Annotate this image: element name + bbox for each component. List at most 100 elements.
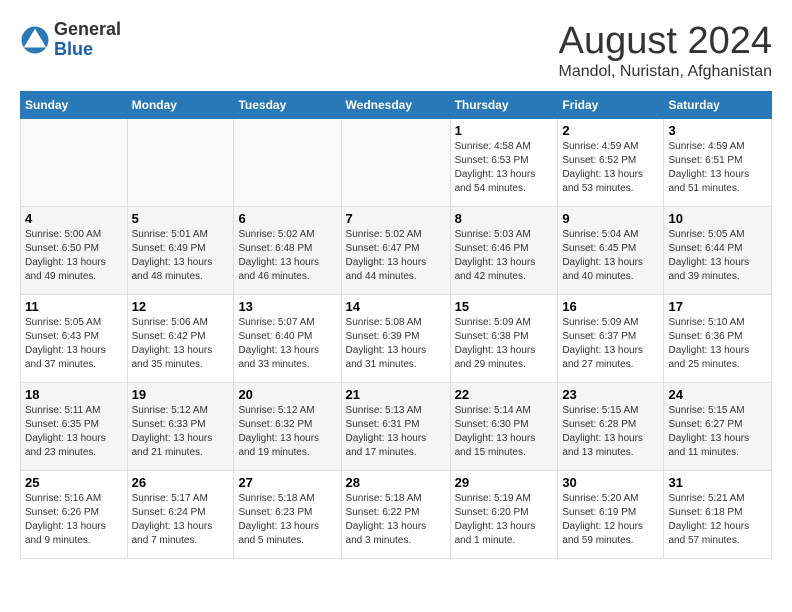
calendar-cell: 9 Sunrise: 5:04 AM Sunset: 6:45 PM Daylig… bbox=[558, 207, 664, 295]
cell-content: Sunrise: 5:00 AM Sunset: 6:50 PM Dayligh… bbox=[25, 228, 123, 284]
day-number: 11 bbox=[25, 299, 123, 314]
day-number: 26 bbox=[132, 475, 230, 490]
calendar-cell: 11Sunrise: 5:05 AM Sunset: 6:43 PM Dayli… bbox=[21, 295, 128, 383]
cell-content: Sunrise: 5:16 AM Sunset: 6:26 PM Dayligh… bbox=[25, 492, 123, 548]
calendar-cell: 4 Sunrise: 5:00 AM Sunset: 6:50 PM Daylig… bbox=[21, 207, 128, 295]
calendar-day-header: Friday bbox=[558, 92, 664, 119]
cell-content: Sunrise: 5:03 AM Sunset: 6:46 PM Dayligh… bbox=[455, 228, 554, 284]
cell-content: Sunrise: 5:18 AM Sunset: 6:23 PM Dayligh… bbox=[238, 492, 336, 548]
calendar-week-row: 1Sunrise: 4:58 AM Sunset: 6:53 PM Daylig… bbox=[21, 119, 772, 207]
day-number: 17 bbox=[668, 299, 767, 314]
calendar-cell: 29 Sunrise: 5:19 AM Sunset: 6:20 PM Dayli… bbox=[450, 471, 558, 559]
cell-content: Sunrise: 5:21 AM Sunset: 6:18 PM Dayligh… bbox=[668, 492, 767, 548]
calendar-cell: 18 Sunrise: 5:11 AM Sunset: 6:35 PM Dayli… bbox=[21, 383, 128, 471]
month-title: August 2024 bbox=[559, 20, 772, 63]
calendar-cell: 21Sunrise: 5:13 AM Sunset: 6:31 PM Dayli… bbox=[341, 383, 450, 471]
day-number: 13 bbox=[238, 299, 336, 314]
cell-content: Sunrise: 5:07 AM Sunset: 6:40 PM Dayligh… bbox=[238, 316, 336, 372]
logo-blue: Blue bbox=[54, 39, 93, 59]
calendar-cell: 2Sunrise: 4:59 AM Sunset: 6:52 PM Daylig… bbox=[558, 119, 664, 207]
calendar-day-header: Monday bbox=[127, 92, 234, 119]
cell-content: Sunrise: 5:12 AM Sunset: 6:32 PM Dayligh… bbox=[238, 404, 336, 460]
calendar-day-header: Sunday bbox=[21, 92, 128, 119]
calendar-cell: 26 Sunrise: 5:17 AM Sunset: 6:24 PM Dayli… bbox=[127, 471, 234, 559]
calendar-cell: 5 Sunrise: 5:01 AM Sunset: 6:49 PM Daylig… bbox=[127, 207, 234, 295]
calendar-day-header: Tuesday bbox=[234, 92, 341, 119]
calendar-cell: 10Sunrise: 5:05 AM Sunset: 6:44 PM Dayli… bbox=[664, 207, 772, 295]
day-number: 6 bbox=[238, 211, 336, 226]
calendar-week-row: 11Sunrise: 5:05 AM Sunset: 6:43 PM Dayli… bbox=[21, 295, 772, 383]
calendar-cell: 14 Sunrise: 5:08 AM Sunset: 6:39 PM Dayli… bbox=[341, 295, 450, 383]
day-number: 18 bbox=[25, 387, 123, 402]
calendar-cell: 12 Sunrise: 5:06 AM Sunset: 6:42 PM Dayli… bbox=[127, 295, 234, 383]
day-number: 16 bbox=[562, 299, 659, 314]
cell-content: Sunrise: 5:12 AM Sunset: 6:33 PM Dayligh… bbox=[132, 404, 230, 460]
calendar-cell: 23Sunrise: 5:15 AM Sunset: 6:28 PM Dayli… bbox=[558, 383, 664, 471]
day-number: 20 bbox=[238, 387, 336, 402]
calendar-week-row: 25 Sunrise: 5:16 AM Sunset: 6:26 PM Dayli… bbox=[21, 471, 772, 559]
day-number: 22 bbox=[455, 387, 554, 402]
calendar-day-header: Wednesday bbox=[341, 92, 450, 119]
cell-content: Sunrise: 5:01 AM Sunset: 6:49 PM Dayligh… bbox=[132, 228, 230, 284]
day-number: 28 bbox=[346, 475, 446, 490]
day-number: 7 bbox=[346, 211, 446, 226]
cell-content: Sunrise: 4:59 AM Sunset: 6:52 PM Dayligh… bbox=[562, 140, 659, 196]
cell-content: Sunrise: 5:02 AM Sunset: 6:47 PM Dayligh… bbox=[346, 228, 446, 284]
calendar-cell: 15 Sunrise: 5:09 AM Sunset: 6:38 PM Dayli… bbox=[450, 295, 558, 383]
day-number: 1 bbox=[455, 123, 554, 138]
day-number: 10 bbox=[668, 211, 767, 226]
calendar-cell: 31 Sunrise: 5:21 AM Sunset: 6:18 PM Dayli… bbox=[664, 471, 772, 559]
title-block: August 2024 Mandol, Nuristan, Afghanista… bbox=[559, 20, 772, 81]
calendar-cell: 6 Sunrise: 5:02 AM Sunset: 6:48 PM Daylig… bbox=[234, 207, 341, 295]
logo-icon bbox=[20, 25, 50, 55]
calendar-cell: 3Sunrise: 4:59 AM Sunset: 6:51 PM Daylig… bbox=[664, 119, 772, 207]
calendar-week-row: 4 Sunrise: 5:00 AM Sunset: 6:50 PM Daylig… bbox=[21, 207, 772, 295]
cell-content: Sunrise: 4:59 AM Sunset: 6:51 PM Dayligh… bbox=[668, 140, 767, 196]
calendar-cell: 30 Sunrise: 5:20 AM Sunset: 6:19 PM Dayli… bbox=[558, 471, 664, 559]
logo: General Blue bbox=[20, 20, 121, 60]
cell-content: Sunrise: 5:17 AM Sunset: 6:24 PM Dayligh… bbox=[132, 492, 230, 548]
calendar-header-row: SundayMondayTuesdayWednesdayThursdayFrid… bbox=[21, 92, 772, 119]
calendar-cell: 27 Sunrise: 5:18 AM Sunset: 6:23 PM Dayli… bbox=[234, 471, 341, 559]
calendar-cell: 28Sunrise: 5:18 AM Sunset: 6:22 PM Dayli… bbox=[341, 471, 450, 559]
day-number: 27 bbox=[238, 475, 336, 490]
calendar-table: SundayMondayTuesdayWednesdayThursdayFrid… bbox=[20, 91, 772, 559]
day-number: 30 bbox=[562, 475, 659, 490]
cell-content: Sunrise: 5:11 AM Sunset: 6:35 PM Dayligh… bbox=[25, 404, 123, 460]
cell-content: Sunrise: 5:09 AM Sunset: 6:37 PM Dayligh… bbox=[562, 316, 659, 372]
calendar-cell: 17Sunrise: 5:10 AM Sunset: 6:36 PM Dayli… bbox=[664, 295, 772, 383]
calendar-cell: 24 Sunrise: 5:15 AM Sunset: 6:27 PM Dayli… bbox=[664, 383, 772, 471]
day-number: 24 bbox=[668, 387, 767, 402]
calendar-week-row: 18 Sunrise: 5:11 AM Sunset: 6:35 PM Dayli… bbox=[21, 383, 772, 471]
cell-content: Sunrise: 5:08 AM Sunset: 6:39 PM Dayligh… bbox=[346, 316, 446, 372]
cell-content: Sunrise: 5:09 AM Sunset: 6:38 PM Dayligh… bbox=[455, 316, 554, 372]
cell-content: Sunrise: 5:14 AM Sunset: 6:30 PM Dayligh… bbox=[455, 404, 554, 460]
day-number: 31 bbox=[668, 475, 767, 490]
day-number: 23 bbox=[562, 387, 659, 402]
logo-text: General Blue bbox=[54, 20, 121, 60]
cell-content: Sunrise: 5:06 AM Sunset: 6:42 PM Dayligh… bbox=[132, 316, 230, 372]
calendar-cell bbox=[127, 119, 234, 207]
calendar-cell bbox=[341, 119, 450, 207]
calendar-cell: 25 Sunrise: 5:16 AM Sunset: 6:26 PM Dayli… bbox=[21, 471, 128, 559]
day-number: 12 bbox=[132, 299, 230, 314]
calendar-cell: 13 Sunrise: 5:07 AM Sunset: 6:40 PM Dayli… bbox=[234, 295, 341, 383]
cell-content: Sunrise: 5:15 AM Sunset: 6:27 PM Dayligh… bbox=[668, 404, 767, 460]
location-subtitle: Mandol, Nuristan, Afghanistan bbox=[559, 63, 772, 81]
day-number: 9 bbox=[562, 211, 659, 226]
day-number: 5 bbox=[132, 211, 230, 226]
day-number: 29 bbox=[455, 475, 554, 490]
calendar-cell: 7 Sunrise: 5:02 AM Sunset: 6:47 PM Daylig… bbox=[341, 207, 450, 295]
cell-content: Sunrise: 5:20 AM Sunset: 6:19 PM Dayligh… bbox=[562, 492, 659, 548]
day-number: 4 bbox=[25, 211, 123, 226]
calendar-cell: 8 Sunrise: 5:03 AM Sunset: 6:46 PM Daylig… bbox=[450, 207, 558, 295]
cell-content: Sunrise: 5:04 AM Sunset: 6:45 PM Dayligh… bbox=[562, 228, 659, 284]
cell-content: Sunrise: 5:19 AM Sunset: 6:20 PM Dayligh… bbox=[455, 492, 554, 548]
calendar-cell: 19Sunrise: 5:12 AM Sunset: 6:33 PM Dayli… bbox=[127, 383, 234, 471]
cell-content: Sunrise: 5:02 AM Sunset: 6:48 PM Dayligh… bbox=[238, 228, 336, 284]
day-number: 14 bbox=[346, 299, 446, 314]
day-number: 15 bbox=[455, 299, 554, 314]
day-number: 25 bbox=[25, 475, 123, 490]
day-number: 8 bbox=[455, 211, 554, 226]
calendar-cell: 1Sunrise: 4:58 AM Sunset: 6:53 PM Daylig… bbox=[450, 119, 558, 207]
